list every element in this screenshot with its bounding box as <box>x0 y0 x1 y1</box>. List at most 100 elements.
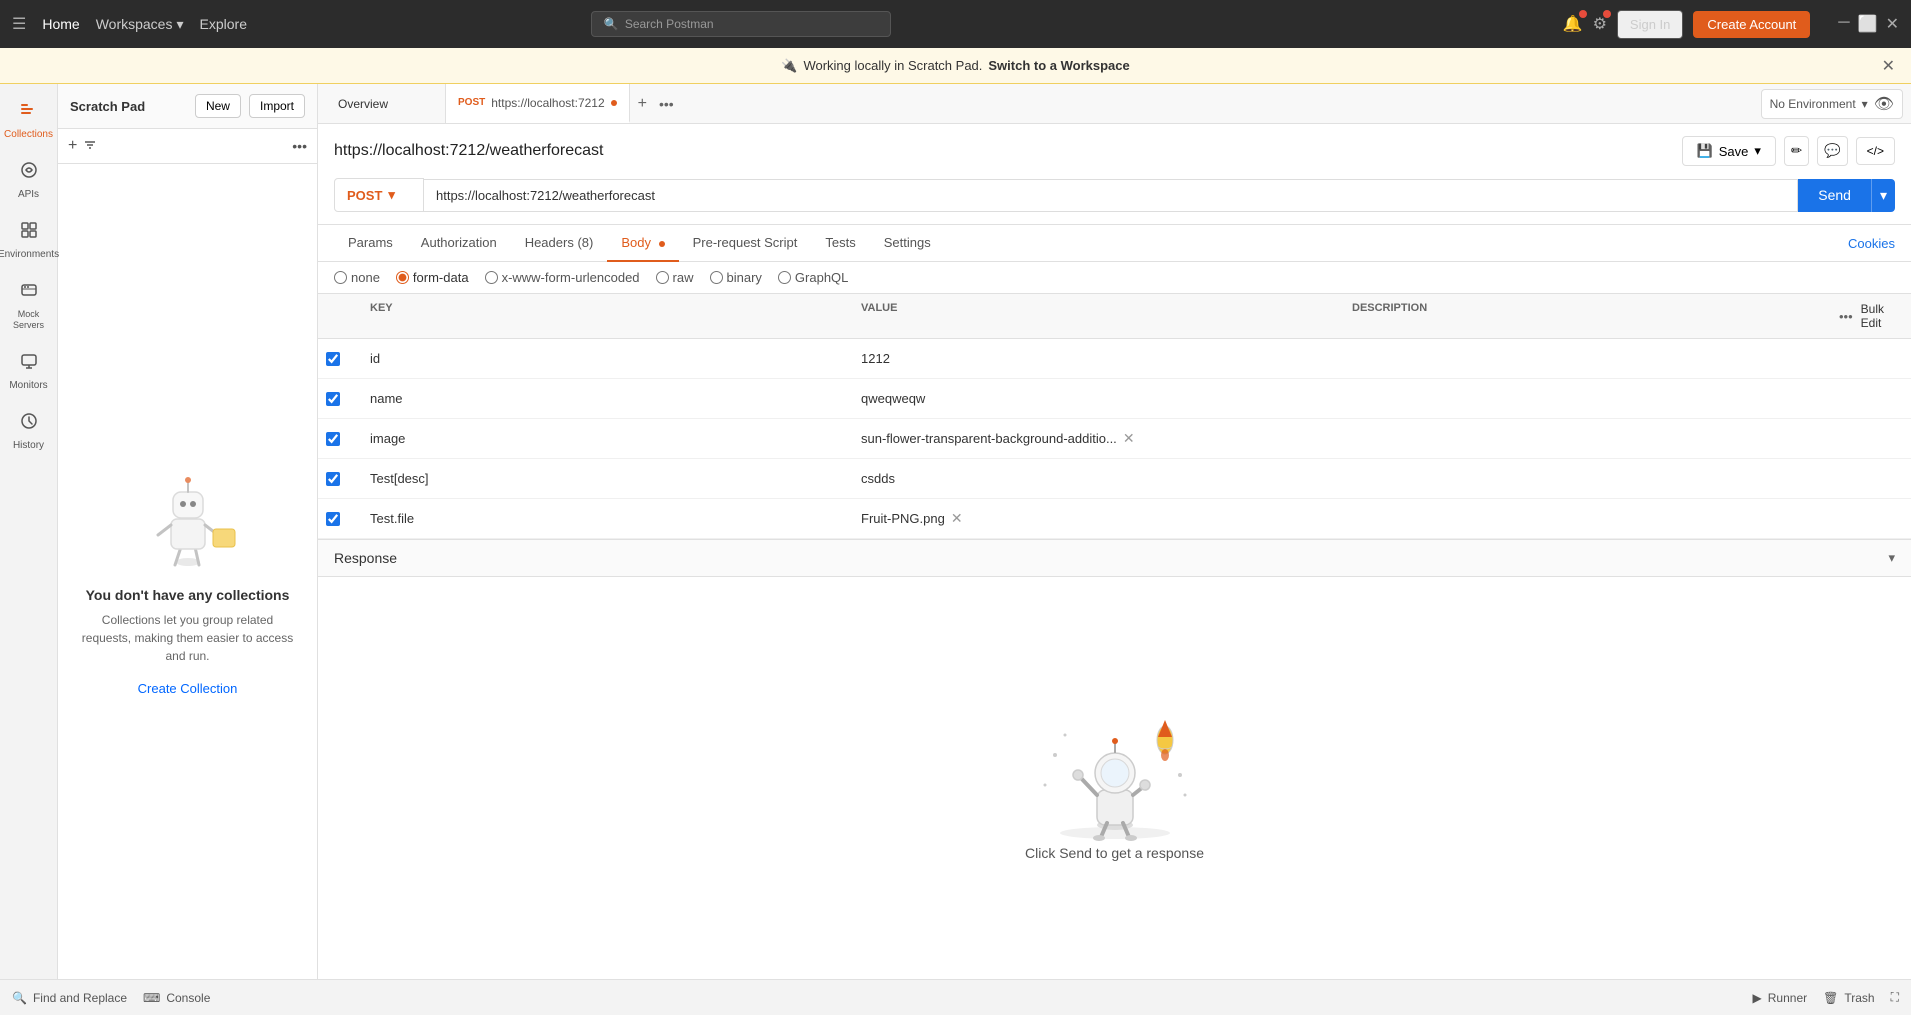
add-collection-icon[interactable]: + <box>68 137 77 155</box>
body-dot <box>659 241 665 247</box>
cookies-link[interactable]: Cookies <box>1848 236 1895 251</box>
sidebar-item-monitors[interactable]: Monitors <box>3 343 55 399</box>
nav-explore[interactable]: Explore <box>200 16 247 32</box>
astronaut-illustration <box>1025 695 1205 845</box>
add-tab-icon[interactable]: + <box>630 91 655 117</box>
table-row: name qweqweqw <box>318 379 1911 419</box>
radio-raw[interactable] <box>656 271 669 284</box>
radio-form-data[interactable] <box>396 271 409 284</box>
import-button[interactable]: Import <box>249 94 305 118</box>
close-icon[interactable]: ✕ <box>1886 14 1899 34</box>
edit-button[interactable]: ✏ <box>1784 136 1809 166</box>
actions-column-header: ••• Bulk Edit <box>1831 294 1911 338</box>
empty-title: You don't have any collections <box>86 587 290 603</box>
tab-method-badge: POST <box>458 97 485 108</box>
gear-badge <box>1603 10 1611 18</box>
nav-workspaces[interactable]: Workspaces ▾ <box>96 16 184 33</box>
more-tabs-icon[interactable]: ••• <box>659 96 674 112</box>
tab-authorization[interactable]: Authorization <box>407 225 511 262</box>
remove-file-icon[interactable]: ✕ <box>1123 430 1135 447</box>
tab-settings[interactable]: Settings <box>870 225 945 262</box>
bottom-right-actions: ▶ Runner 🗑 Trash ⛶ <box>1753 990 1899 1005</box>
bell-icon[interactable]: 🔔 <box>1563 14 1583 34</box>
radio-url-encoded[interactable] <box>485 271 498 284</box>
tab-post-request[interactable]: POST https://localhost:7212 <box>446 84 630 123</box>
code-button[interactable]: </> <box>1856 137 1895 165</box>
maximize-icon[interactable]: ⬜ <box>1858 14 1878 34</box>
doc-button[interactable]: 💬 <box>1817 136 1848 166</box>
sign-in-button[interactable]: Sign In <box>1617 10 1683 39</box>
remove-file-icon[interactable]: ✕ <box>951 510 963 527</box>
scratch-pad-header-actions: New Import <box>195 94 305 118</box>
left-sidebar: Collections APIs Environments Mock Serve… <box>0 84 58 979</box>
scratch-pad-header: Scratch Pad New Import <box>58 84 317 129</box>
method-select[interactable]: POST ▾ <box>334 178 424 212</box>
value-cell: Fruit-PNG.png ✕ <box>849 504 1340 533</box>
expand-button[interactable]: ⛶ <box>1891 990 1899 1005</box>
trash-button[interactable]: 🗑 Trash <box>1823 991 1874 1005</box>
tab-params[interactable]: Params <box>334 225 407 262</box>
minimize-icon[interactable]: ─ <box>1838 14 1849 34</box>
find-replace-icon: 🔍 <box>12 991 27 1005</box>
tab-pre-request-script[interactable]: Pre-request Script <box>679 225 812 262</box>
sidebar-item-apis[interactable]: APIs <box>3 152 55 208</box>
menu-icon[interactable]: ☰ <box>12 14 26 34</box>
body-option-raw[interactable]: raw <box>656 270 694 285</box>
bell-badge <box>1579 10 1587 18</box>
search-box[interactable]: 🔍 Search Postman <box>591 11 891 37</box>
new-button[interactable]: New <box>195 94 241 118</box>
tab-tests[interactable]: Tests <box>811 225 869 262</box>
body-option-form-data[interactable]: form-data <box>396 270 469 285</box>
switch-workspace-link[interactable]: Switch to a Workspace <box>988 58 1129 73</box>
value-cell: qweqweqw <box>849 385 1340 412</box>
more-options-icon[interactable]: ••• <box>292 138 307 154</box>
row-checkbox[interactable] <box>326 472 340 486</box>
filter-icon[interactable] <box>83 138 97 155</box>
create-account-button[interactable]: Create Account <box>1693 11 1810 38</box>
tab-body[interactable]: Body <box>607 225 678 262</box>
desc-column-header: DESCRIPTION <box>1340 294 1831 338</box>
body-option-binary[interactable]: binary <box>710 270 762 285</box>
key-cell: image <box>358 425 849 452</box>
gear-icon[interactable]: ⚙ <box>1593 14 1607 34</box>
bulk-edit-button[interactable]: Bulk Edit <box>1861 302 1903 330</box>
tab-overview-label: Overview <box>338 97 388 111</box>
nav-home[interactable]: Home <box>42 16 79 32</box>
environments-icon <box>19 220 39 245</box>
url-input[interactable] <box>424 179 1798 212</box>
create-collection-link[interactable]: Create Collection <box>138 681 238 696</box>
radio-graphql[interactable] <box>778 271 791 284</box>
env-settings-icon[interactable]: 👁 <box>1874 94 1894 114</box>
more-options-icon[interactable]: ••• <box>1839 309 1853 324</box>
body-option-none[interactable]: none <box>334 270 380 285</box>
sidebar-item-history[interactable]: History <box>3 403 55 459</box>
banner-close-icon[interactable]: ✕ <box>1882 56 1895 76</box>
row-checkbox[interactable] <box>326 352 340 366</box>
request-url-display: https://localhost:7212/weatherforecast <box>334 142 604 160</box>
environment-selector[interactable]: No Environment ▾ 👁 <box>1761 89 1903 119</box>
sidebar-item-environments[interactable]: Environments <box>3 212 55 268</box>
body-option-graphql[interactable]: GraphQL <box>778 270 848 285</box>
send-dropdown-icon[interactable]: ▾ <box>1871 179 1895 212</box>
runner-button[interactable]: ▶ Runner <box>1753 991 1808 1005</box>
save-chevron-icon: ▾ <box>1754 143 1761 159</box>
radio-none[interactable] <box>334 271 347 284</box>
sidebar-item-collections[interactable]: Collections <box>3 92 55 148</box>
row-checkbox[interactable] <box>326 512 340 526</box>
row-checkbox[interactable] <box>326 432 340 446</box>
form-table-header: KEY VALUE DESCRIPTION ••• Bulk Edit <box>318 294 1911 339</box>
save-button[interactable]: 💾 Save ▾ <box>1682 136 1776 166</box>
body-option-url-encoded[interactable]: x-www-form-urlencoded <box>485 270 640 285</box>
row-checkbox[interactable] <box>326 392 340 406</box>
sidebar-item-mock-servers[interactable]: Mock Servers <box>3 272 55 339</box>
response-header[interactable]: Response ▾ <box>318 540 1911 577</box>
desc-cell <box>1340 513 1831 525</box>
tab-overview[interactable]: Overview <box>326 84 446 123</box>
request-area: https://localhost:7212/weatherforecast 💾… <box>318 124 1911 225</box>
desc-cell <box>1340 393 1831 405</box>
radio-binary[interactable] <box>710 271 723 284</box>
find-replace-button[interactable]: 🔍 Find and Replace <box>12 991 127 1005</box>
tab-headers[interactable]: Headers (8) <box>511 225 608 262</box>
send-button[interactable]: Send ▾ <box>1798 179 1895 212</box>
console-button[interactable]: ⌨ Console <box>143 991 210 1005</box>
